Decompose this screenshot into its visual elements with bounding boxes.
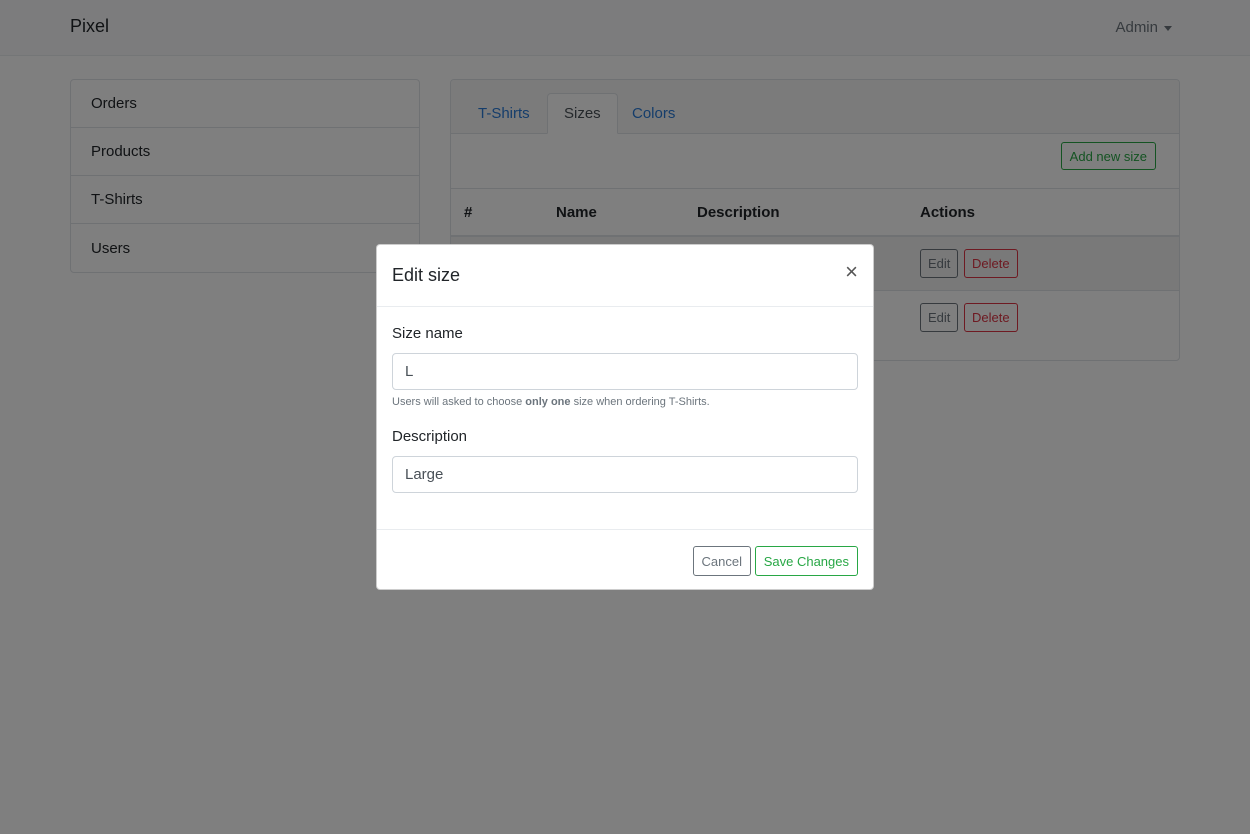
modal-title: Edit size — [392, 265, 461, 285]
size-name-input[interactable] — [392, 353, 858, 390]
modal-header: Edit size × — [377, 245, 873, 307]
help-text-bold: only one — [525, 396, 571, 408]
description-input[interactable] — [392, 456, 858, 493]
save-changes-button[interactable]: Save Changes — [754, 546, 858, 576]
modal-body: Size name Users will asked to choose onl… — [377, 307, 873, 529]
size-name-label: Size name — [392, 325, 463, 342]
edit-size-modal: Edit size × Size name Users will asked t… — [376, 244, 874, 590]
modal-footer: Cancel Save Changes — [377, 529, 873, 591]
cancel-button[interactable]: Cancel — [692, 546, 751, 576]
size-name-help-text: Users will asked to choose only one size… — [392, 396, 858, 408]
help-text-suffix: size when ordering T-Shirts. — [570, 396, 710, 408]
close-icon[interactable]: × — [845, 261, 858, 283]
help-text-prefix: Users will asked to choose — [392, 396, 526, 408]
description-label: Description — [392, 428, 468, 445]
